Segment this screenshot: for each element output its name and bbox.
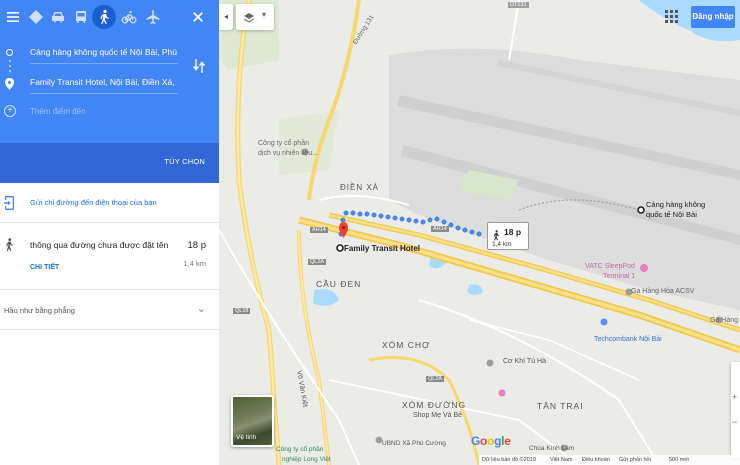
zoom-control: + −: [731, 362, 740, 458]
poi-label: Techcombank Nội Bài: [594, 336, 662, 343]
google-logo: Google: [471, 434, 511, 448]
poi-label: Công ty cổ phần: [258, 140, 309, 147]
send-to-phone-link[interactable]: Gửi chỉ đường đến điện thoại của bạn: [30, 198, 157, 207]
close-icon[interactable]: [186, 5, 210, 29]
area-label: XÓM ĐƯỜNG: [402, 400, 467, 410]
logo-letter: e: [504, 434, 511, 448]
add-icon: +: [4, 105, 16, 117]
origin-row: Cảng hàng không quốc tế Nội Bài, Phù: [0, 40, 219, 68]
walk-icon: [492, 228, 500, 241]
feedback-link[interactable]: Gửi phản hồi: [619, 455, 651, 465]
layers-button[interactable]: ▾: [236, 4, 274, 30]
poi-label: Terminal 1: [603, 273, 636, 280]
hamburger-icon[interactable]: [1, 5, 25, 29]
scale-label[interactable]: 500 mét: [669, 455, 689, 465]
destination-input[interactable]: Family Transit Hotel, Nội Bài, Điền Xá,: [30, 74, 178, 94]
options-bar: TÙY CHỌN: [0, 143, 219, 183]
road-badge: DT131: [508, 2, 529, 8]
directions-panel: Cảng hàng không quốc tế Nội Bài, Phù Fam…: [0, 0, 219, 465]
poi-label: Ga Hàng: [710, 317, 739, 324]
chevron-down-icon: ⌄: [196, 303, 206, 315]
route-duration: 18 p: [187, 240, 207, 251]
callout-duration: 18 p: [504, 227, 522, 237]
travel-mode-bar: [0, 0, 219, 36]
road-badge: AH14: [431, 226, 449, 232]
directions-icon[interactable]: [24, 5, 48, 29]
pin-icon: [5, 77, 14, 90]
poi-label: Chùa Kính Lâm: [529, 445, 575, 452]
flight-icon[interactable]: [141, 5, 165, 29]
route-callout[interactable]: 18 p 1,4 km: [487, 222, 529, 250]
send-to-phone-row[interactable]: Gửi chỉ đường đến điện thoại của bạn: [0, 183, 219, 223]
poi-label: Ga Hàng Hóa ACSV: [631, 288, 695, 295]
add-destination-label: Thêm điểm đến: [30, 107, 86, 116]
route-distance: 1,4 km: [183, 259, 206, 268]
apps-grid-icon[interactable]: [664, 9, 680, 25]
elevation-label: Hầu như bằng phẳng: [4, 306, 75, 315]
area-label: TÂN TRẠI: [537, 401, 584, 411]
terms-link[interactable]: Điều khoản: [582, 455, 610, 465]
bicycle-icon[interactable]: [117, 5, 141, 29]
transit-icon[interactable]: [69, 5, 93, 29]
logo-letter: G: [471, 434, 481, 448]
area-label: ĐIỀN XÁ: [340, 183, 380, 192]
road-badge: QL18: [233, 308, 251, 314]
destination-label-line1: Cảng hàng không: [646, 200, 706, 209]
road-badge: QL2A: [308, 259, 327, 265]
details-link[interactable]: CHI TIẾT: [30, 264, 59, 271]
road-badge: AH14: [310, 227, 328, 233]
map-base: [219, 0, 740, 465]
options-button[interactable]: TÙY CHỌN: [164, 157, 205, 166]
poi-label: Shop Mẹ Và Bé: [413, 412, 463, 419]
chevron-down-icon: ▾: [262, 10, 267, 19]
add-destination-row[interactable]: + Thêm điểm đến: [0, 100, 219, 124]
hotel-label: Family Transit Hotel: [344, 244, 421, 253]
destination-label-line2: quốc tế Nội Bài: [646, 210, 697, 219]
elevation-row[interactable]: Hầu như bằng phẳng ⌄: [0, 290, 219, 330]
poi-label: Cơ Khí Tú Hà: [503, 358, 546, 365]
satellite-label: Vệ tinh: [236, 434, 257, 441]
car-icon[interactable]: [46, 5, 70, 29]
collapse-panel-button[interactable]: ◂: [219, 4, 233, 30]
layers-icon: [243, 11, 255, 23]
map-footer: Dữ liệu bản đồ ©2019 Việt Nam Điều khoản…: [479, 455, 740, 465]
origin-input[interactable]: Cảng hàng không quốc tế Nội Bài, Phù: [30, 44, 178, 64]
area-label: CẦU ĐEN: [316, 279, 362, 289]
copyright-text: Dữ liệu bản đồ ©2019: [482, 457, 536, 463]
callout-distance: 1,4 km: [492, 241, 512, 248]
country-link[interactable]: Việt Nam: [550, 455, 573, 465]
area-label: XÓM CHỢ: [382, 340, 431, 350]
phone-send-icon: [4, 196, 14, 210]
poi-label: Công ty cổ phần: [276, 446, 324, 453]
maps-app: Cảng hàng không quốc tế Nội Bài, Phù Fam…: [0, 0, 740, 465]
poi-label: dịch vụ nhiên liệu...: [258, 150, 318, 157]
origin-dot-icon: [6, 49, 13, 56]
poi-label: UBND Xã Phú Cường: [382, 440, 446, 447]
zoom-in-button[interactable]: +: [732, 392, 737, 402]
poi-label: VATC SleepPod: [585, 263, 635, 270]
route-via-label: thông qua đường chưa được đặt tên: [30, 240, 169, 250]
map-canvas[interactable]: [219, 0, 740, 465]
sign-in-button[interactable]: Đăng nhập: [691, 6, 735, 28]
road-badge: QL2A: [426, 376, 445, 382]
directions-header: Cảng hàng không quốc tế Nội Bài, Phù Fam…: [0, 0, 219, 183]
destination-row: Family Transit Hotel, Nội Bài, Điền Xá,: [0, 70, 219, 98]
walk-icon: [4, 238, 14, 252]
route-option[interactable]: thông qua đường chưa được đặt tên 18 p C…: [0, 223, 219, 290]
poi-label: nghiệp Long Việt: [282, 456, 331, 463]
walk-icon[interactable]: [92, 5, 116, 29]
satellite-toggle[interactable]: Vệ tinh: [231, 395, 274, 447]
zoom-out-button[interactable]: −: [732, 417, 737, 427]
